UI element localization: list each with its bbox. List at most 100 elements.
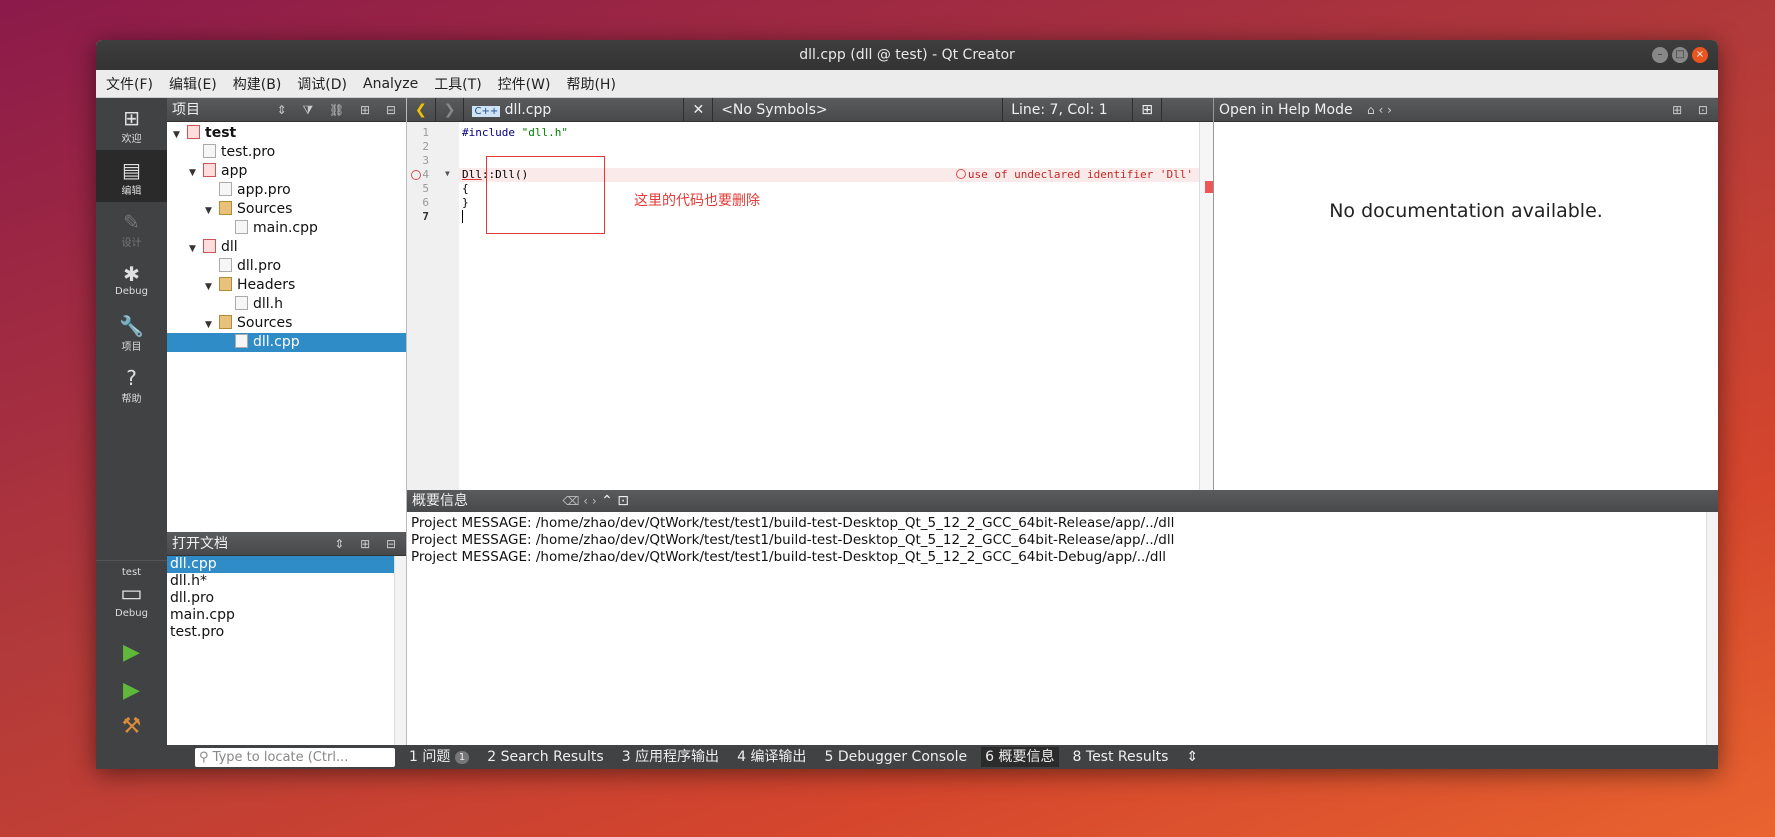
line-number-gutter: 1 2 3 4 5 6 7 ▼ bbox=[407, 122, 459, 490]
locator-input[interactable]: ⚲ Type to locate (Ctrl... bbox=[195, 747, 395, 767]
pane-tools[interactable]: ⊞ ⊡ bbox=[1672, 98, 1714, 122]
mode-debug[interactable]: ✱ Debug bbox=[96, 254, 167, 306]
edit-icon: ▤ bbox=[122, 158, 141, 182]
bug-icon: ✱ bbox=[123, 262, 140, 286]
current-file-name: dll.cpp bbox=[504, 101, 552, 118]
run-button[interactable]: ▶ bbox=[96, 640, 167, 665]
tree-item[interactable]: app.pro bbox=[167, 181, 406, 200]
menu-edit[interactable]: 编辑(E) bbox=[169, 74, 217, 94]
annotation-box bbox=[486, 156, 605, 234]
cpp-file-icon: C++ bbox=[472, 105, 501, 117]
open-document-item[interactable]: dll.h* bbox=[167, 573, 406, 590]
more-tabs-icon[interactable]: ⇕ bbox=[1182, 747, 1202, 767]
menu-help[interactable]: 帮助(H) bbox=[566, 74, 615, 94]
mode-projects[interactable]: 🔧 项目 bbox=[96, 306, 167, 358]
mode-edit[interactable]: ▤ 编辑 bbox=[96, 150, 167, 202]
line-number: 2 bbox=[422, 140, 429, 153]
maximize-button[interactable]: □ bbox=[1672, 47, 1688, 63]
tree-item[interactable]: dll.cpp bbox=[167, 333, 406, 352]
clear-icon[interactable]: ⌫ ‹ › bbox=[562, 494, 596, 508]
play-bug-icon: ▶ bbox=[123, 678, 140, 703]
cursor-position[interactable]: Line: 7, Col: 1 bbox=[1003, 97, 1134, 122]
help-pane: Open in Help Mode ⌂ ‹ › ⊞ ⊡ No documenta… bbox=[1213, 98, 1718, 490]
close-file-icon[interactable]: ✕ bbox=[684, 97, 714, 122]
tree-item[interactable]: dll.h bbox=[167, 295, 406, 314]
menu-file[interactable]: 文件(F) bbox=[106, 74, 153, 94]
tab-search-results[interactable]: 2 Search Results bbox=[483, 747, 607, 767]
pane-tools[interactable]: ⌃ ⊡ bbox=[601, 493, 629, 509]
projects-pane: 项目 ⇕ ⧩ ⛓ ⊞ ⊟ ▼ test test.pro ▼ app app.pro ▼ So… bbox=[167, 98, 407, 532]
open-document-item[interactable]: main.cpp bbox=[167, 607, 406, 624]
mode-design[interactable]: ✎ 设计 bbox=[96, 202, 167, 254]
tree-item-label: app bbox=[221, 163, 248, 179]
menu-build[interactable]: 构建(B) bbox=[233, 74, 282, 94]
code-area[interactable]: #include "dll.h" Dll::Dll() use of undecl… bbox=[459, 122, 1199, 490]
output-pane-title: 概要信息 bbox=[412, 493, 468, 509]
tab-compile-output[interactable]: 4 编译输出 bbox=[733, 747, 810, 767]
fold-arrow-icon[interactable]: ▼ bbox=[445, 169, 450, 178]
tab-issues[interactable]: 1 问题 1 bbox=[405, 747, 473, 767]
line-number: 3 bbox=[422, 154, 429, 167]
open-document-item[interactable]: dll.cpp bbox=[167, 556, 406, 573]
open-in-help-mode[interactable]: Open in Help Mode bbox=[1219, 102, 1353, 118]
tab-test-results[interactable]: 8 Test Results bbox=[1069, 747, 1173, 767]
tree-item-label: dll.cpp bbox=[253, 334, 300, 350]
tree-item-label: test.pro bbox=[221, 144, 276, 160]
tree-item[interactable]: main.cpp bbox=[167, 219, 406, 238]
output-pane-header: 概要信息 ⌫ ‹ › ⌃ ⊡ bbox=[407, 490, 1718, 512]
line-number: 7 bbox=[422, 210, 429, 223]
build-button[interactable]: ⚒ bbox=[96, 714, 167, 739]
editor-toolbar: ❮ ❯ C++ dll.cpp ✕ <No Symbols> Line: 7, … bbox=[407, 97, 1213, 122]
window-title: dll.cpp (dll @ test) - Qt Creator bbox=[799, 47, 1015, 63]
mode-help[interactable]: ? 帮助 bbox=[96, 358, 167, 410]
split-icon[interactable]: ⊞ bbox=[1133, 97, 1162, 122]
home-icon[interactable]: ⌂ ‹ › bbox=[1367, 103, 1392, 117]
menu-tools[interactable]: 工具(T) bbox=[434, 74, 481, 94]
menu-debug[interactable]: 调试(D) bbox=[297, 74, 347, 94]
nav-back-icon[interactable]: ❮ bbox=[407, 97, 436, 122]
file-selector[interactable]: C++ dll.cpp bbox=[464, 97, 685, 122]
project-tree: ▼ test test.pro ▼ app app.pro ▼ Sources main.cpp… bbox=[167, 122, 406, 352]
tree-item[interactable]: dll.pro bbox=[167, 257, 406, 276]
error-scroll-marker bbox=[1205, 181, 1213, 193]
kit-selector[interactable]: test ▭ Debug bbox=[96, 560, 167, 619]
tree-item[interactable]: test.pro bbox=[167, 143, 406, 162]
line-number: 1 bbox=[422, 126, 429, 139]
output-line: Project MESSAGE: /home/zhao/dev/QtWork/t… bbox=[411, 515, 1175, 531]
open-document-item[interactable]: dll.pro bbox=[167, 590, 406, 607]
menu-analyze[interactable]: Analyze bbox=[363, 76, 418, 92]
cpp-icon bbox=[235, 334, 248, 348]
close-button[interactable]: × bbox=[1692, 47, 1708, 63]
tree-item[interactable]: ▼ Sources bbox=[167, 200, 406, 219]
debug-run-button[interactable]: ▶ bbox=[96, 678, 167, 703]
open-documents-scrollbar[interactable] bbox=[394, 556, 406, 745]
tree-item[interactable]: ▼ test bbox=[167, 124, 406, 143]
code-editor: ❮ ❯ C++ dll.cpp ✕ <No Symbols> Line: 7, … bbox=[407, 97, 1213, 490]
nav-forward-icon[interactable]: ❯ bbox=[436, 97, 465, 122]
output-scrollbar[interactable] bbox=[1706, 512, 1718, 745]
tree-item[interactable]: ▼ Headers bbox=[167, 276, 406, 295]
tab-application-output[interactable]: 3 应用程序输出 bbox=[618, 747, 723, 767]
tree-item[interactable]: ▼ dll bbox=[167, 238, 406, 257]
error-marker-icon bbox=[411, 170, 421, 180]
grid-icon: ⊞ bbox=[123, 106, 140, 130]
tree-item[interactable]: ▼ app bbox=[167, 162, 406, 181]
open-documents-list: dll.cpp dll.h* dll.pro main.cpp test.pro bbox=[167, 556, 406, 641]
editor-scrollbar[interactable] bbox=[1199, 122, 1213, 490]
mode-welcome[interactable]: ⊞ 欢迎 bbox=[96, 98, 167, 150]
projects-pane-title: 项目 bbox=[172, 102, 200, 118]
pane-tools[interactable]: ⇕ ⊞ ⊟ bbox=[334, 532, 402, 556]
hammer-icon: ⚒ bbox=[121, 714, 142, 739]
line-number: 5 bbox=[422, 182, 429, 195]
minimize-button[interactable]: – bbox=[1652, 47, 1668, 63]
pane-tools[interactable]: ⇕ ⧩ ⛓ ⊞ ⊟ bbox=[277, 98, 402, 122]
menu-widgets[interactable]: 控件(W) bbox=[498, 74, 551, 94]
tab-general-messages[interactable]: 6 概要信息 bbox=[981, 747, 1059, 767]
symbols-selector[interactable]: <No Symbols> bbox=[713, 97, 1004, 122]
open-document-item[interactable]: test.pro bbox=[167, 624, 406, 641]
tree-item[interactable]: ▼ Sources bbox=[167, 314, 406, 333]
status-bar: ⚲ Type to locate (Ctrl... 1 问题 1 2 Searc… bbox=[167, 745, 1718, 769]
tab-debugger-console[interactable]: 5 Debugger Console bbox=[820, 747, 971, 767]
project-icon bbox=[203, 239, 216, 253]
